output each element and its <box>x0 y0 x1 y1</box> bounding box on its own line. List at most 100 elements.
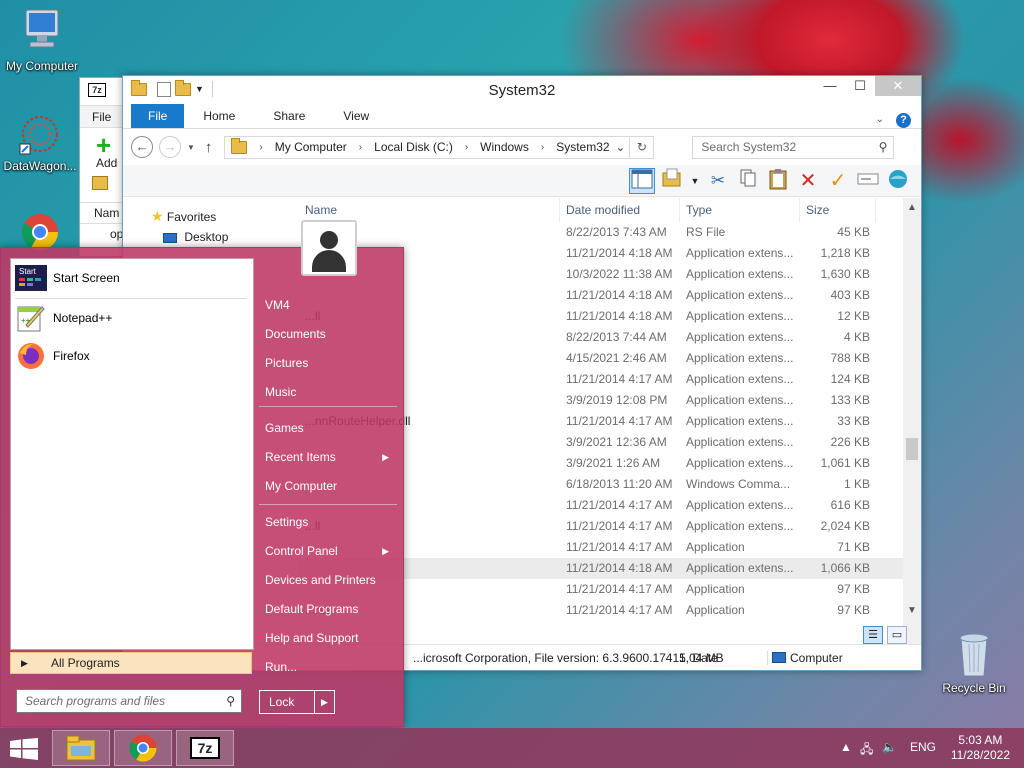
shell-icon[interactable] <box>885 168 911 194</box>
file-type: Application extens... <box>686 288 794 302</box>
start-place-settings[interactable]: Settings <box>265 511 397 533</box>
pinned-divider <box>15 298 247 299</box>
start-item-notepadpp[interactable]: ++ Notepad++ <box>15 301 251 335</box>
start-place-label: Music <box>265 385 297 399</box>
volume-icon[interactable]: 🔈 <box>882 740 897 754</box>
file-type: Application extens... <box>686 372 794 386</box>
start-place-run[interactable]: Run... <box>265 656 397 678</box>
file-date: 11/21/2014 4:17 AM <box>566 540 673 554</box>
start-place-my-computer[interactable]: My Computer <box>265 475 397 497</box>
lock-label: Lock <box>269 695 295 709</box>
back-button[interactable]: ← <box>131 136 153 158</box>
language-indicator[interactable]: ENG <box>910 740 936 754</box>
start-place-label: Games <box>265 421 304 435</box>
rename-icon[interactable] <box>855 168 881 194</box>
chevron-down-icon[interactable]: ⌄ <box>615 140 625 154</box>
explorer-titlebar[interactable]: ▼ System32 — ☐ ✕ <box>123 76 921 104</box>
nav-favorites[interactable]: ★ Favorites <box>151 208 216 225</box>
file-size: 1,218 KB <box>820 246 870 260</box>
start-button[interactable] <box>10 738 38 763</box>
large-icons-view-icon[interactable]: ▭ <box>887 626 907 644</box>
start-place-recent-items[interactable]: Recent Items ▶ <box>265 446 397 468</box>
start-place-games[interactable]: Games <box>265 417 397 439</box>
scroll-up-icon[interactable]: ▲ <box>903 202 921 213</box>
start-tile-text: Start <box>19 267 37 276</box>
power-options-arrow[interactable]: ▶ <box>314 691 334 713</box>
folder-icon <box>231 137 248 154</box>
file-date: 6/18/2013 11:20 AM <box>566 477 673 491</box>
scrollbar-thumb[interactable] <box>906 438 918 460</box>
recycle-bin-icon <box>959 633 989 677</box>
paste-icon[interactable] <box>765 168 791 194</box>
start-place-vm4[interactable]: VM4 <box>265 294 397 316</box>
column-date-modified[interactable]: Date modified <box>560 198 680 222</box>
clock[interactable]: 5:03 AM 11/28/2022 <box>951 733 1010 763</box>
column-name[interactable]: Name <box>299 198 560 222</box>
start-place-music[interactable]: Music <box>265 381 397 403</box>
minimize-button[interactable]: — <box>815 76 845 96</box>
file-date: 11/21/2014 4:17 AM <box>566 414 673 428</box>
dropdown-arrow[interactable]: ▼ <box>689 168 701 194</box>
forward-button[interactable]: → <box>159 136 181 158</box>
tab-share[interactable]: Share <box>254 104 324 128</box>
checkmark-icon[interactable]: ✓ <box>825 168 851 194</box>
details-view-icon[interactable]: ☰ <box>863 626 883 644</box>
desktop-icon-datawagon[interactable]: DataWagon... <box>0 112 82 173</box>
taskbar-chrome[interactable] <box>114 730 172 766</box>
start-item-start-screen[interactable]: Start Start Screen <box>15 261 251 295</box>
tab-view[interactable]: View <box>324 104 388 128</box>
taskbar-explorer[interactable] <box>52 730 110 766</box>
taskbar-7zip[interactable]: 7z <box>176 730 234 766</box>
tab-file[interactable]: File <box>131 104 185 128</box>
file-type: Application extens... <box>686 309 794 323</box>
start-place-default-programs[interactable]: Default Programs <box>265 598 397 620</box>
file-date: 3/9/2019 12:08 PM <box>566 393 668 407</box>
column-size[interactable]: Size <box>800 198 876 222</box>
address-bar[interactable]: › My Computer › Local Disk (C:) › Window… <box>224 135 655 159</box>
refresh-button[interactable]: ↻ <box>629 136 653 158</box>
start-item-firefox[interactable]: Firefox <box>15 339 251 373</box>
tab-home[interactable]: Home <box>184 104 254 128</box>
start-place-devices-and-printers[interactable]: Devices and Printers <box>265 569 397 591</box>
submenu-arrow-icon: ▶ <box>382 452 389 462</box>
start-place-control-panel[interactable]: Control Panel ▶ <box>265 540 397 562</box>
start-search-input[interactable]: Search programs and files ⚲ <box>16 689 242 713</box>
file-date: 11/21/2014 4:18 AM <box>566 309 673 323</box>
expand-ribbon-icon[interactable]: ⌄ <box>876 108 884 132</box>
recent-locations-icon[interactable]: ▼ <box>187 143 195 152</box>
preview-pane-button[interactable] <box>629 167 655 194</box>
up-arrow-icon[interactable]: ↑ <box>205 139 213 156</box>
search-input[interactable]: Search System32 ⚲ <box>692 135 895 159</box>
submenu-arrow-icon: ▶ <box>382 546 389 556</box>
file-date: 11/21/2014 4:17 AM <box>566 519 673 533</box>
cut-icon[interactable]: ✂ <box>705 168 731 194</box>
breadcrumb-my-computer[interactable]: My Computer <box>275 140 347 154</box>
help-icon[interactable]: ? <box>896 112 911 128</box>
show-hidden-icons-icon[interactable]: ▲ <box>840 740 852 754</box>
user-avatar[interactable] <box>301 220 357 276</box>
file-row[interactable]: ...hz.rs8/22/2013 7:43 AMRS File45 KB <box>299 222 903 243</box>
lock-button[interactable]: Lock ▶ <box>259 690 335 714</box>
scroll-down-icon[interactable]: ▼ <box>903 605 921 616</box>
column-type[interactable]: Type <box>680 198 800 222</box>
delete-icon[interactable]: ✕ <box>795 168 821 194</box>
breadcrumb-local-disk[interactable]: Local Disk (C:) <box>374 140 453 154</box>
network-icon[interactable]: 🖧 <box>860 740 873 761</box>
globe-icon <box>889 169 907 188</box>
breadcrumb-system32[interactable]: System32 <box>556 140 609 154</box>
desktop-icon-recycle-bin[interactable]: Recycle Bin <box>932 630 1016 695</box>
nav-desktop[interactable]: Desktop <box>163 230 228 244</box>
desktop-icon-my-computer[interactable]: My Computer <box>0 8 84 73</box>
copy-icon[interactable] <box>735 168 761 194</box>
vertical-scrollbar[interactable]: ▲ ▼ <box>903 198 921 644</box>
start-place-documents[interactable]: Documents <box>265 323 397 345</box>
start-place-pictures[interactable]: Pictures <box>265 352 397 374</box>
maximize-button[interactable]: ☐ <box>845 76 875 96</box>
start-place-help-and-support[interactable]: Help and Support <box>265 627 397 649</box>
all-programs-button[interactable]: ▶ All Programs <box>10 652 252 674</box>
organize-button[interactable] <box>659 168 685 194</box>
close-button[interactable]: ✕ <box>875 76 921 96</box>
up-folder-icon[interactable] <box>92 176 108 190</box>
file-size: 403 KB <box>830 288 870 302</box>
breadcrumb-windows[interactable]: Windows <box>480 140 529 154</box>
